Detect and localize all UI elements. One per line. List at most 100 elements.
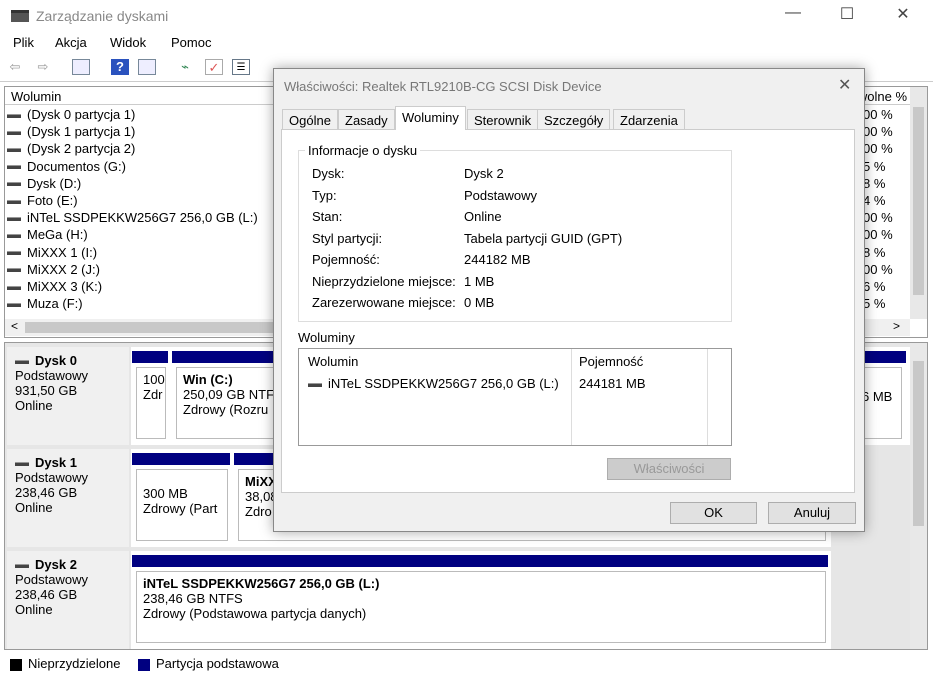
legend-primary: Partycja podstawowa xyxy=(156,656,279,671)
volume-row[interactable]: (Dysk 0 partycja 1) xyxy=(7,107,135,124)
partition-disk0-1[interactable]: 100 Zdr xyxy=(136,367,166,439)
scroll-left-icon[interactable]: < xyxy=(11,319,18,333)
drive-icon xyxy=(7,182,21,187)
ok-button[interactable]: OK xyxy=(670,502,757,524)
info-value: 1 MB xyxy=(464,273,495,289)
volume-row[interactable]: MiXXX 1 (I:) xyxy=(7,245,97,262)
free-percent: 00 % xyxy=(863,124,893,140)
menu-widok[interactable]: Widok xyxy=(110,35,146,50)
disk-2-label[interactable]: Dysk 2 Podstawowy 238,46 GB Online xyxy=(7,551,129,649)
volumes-table: Wolumin Pojemność iNTeL SSDPEKKW256G7 25… xyxy=(298,348,732,446)
menu-pomoc[interactable]: Pomoc xyxy=(171,35,211,50)
properties-dialog: Właściwości: Realtek RTL9210B-CG SCSI Di… xyxy=(273,68,865,532)
drive-icon xyxy=(308,382,322,387)
help-icon[interactable]: ? xyxy=(111,59,129,75)
info-value: Online xyxy=(464,209,502,224)
info-label: Nieprzydzielone miejsce: xyxy=(312,273,456,289)
pane-scroll-thumb[interactable] xyxy=(913,361,924,526)
forward-icon[interactable]: ⇨ xyxy=(34,59,52,75)
disk-1-label[interactable]: Dysk 1 Podstawowy 238,46 GB Online xyxy=(7,449,129,547)
partition-disk1-1[interactable]: 300 MB Zdrowy (Part xyxy=(136,469,228,541)
free-percent: 8 % xyxy=(863,175,886,191)
partition-disk0-3-size: 6 MB xyxy=(862,389,893,404)
free-percent: 00 % xyxy=(863,261,893,277)
drive-icon xyxy=(7,216,21,221)
app-icon xyxy=(11,10,29,22)
drive-icon xyxy=(7,251,21,256)
back-icon[interactable]: ⇦ xyxy=(6,59,24,75)
tab-sterownik[interactable]: Sterownik xyxy=(467,109,539,129)
scroll-right-icon[interactable]: > xyxy=(893,319,900,333)
volume-row[interactable]: MiXXX 3 (K:) xyxy=(7,279,102,296)
info-label: Styl partycji: xyxy=(312,230,383,246)
volume-properties-button[interactable]: Właściwości xyxy=(607,458,731,480)
column-volume[interactable]: Wolumin xyxy=(11,89,61,104)
volume-row[interactable]: Foto (E:) xyxy=(7,193,78,210)
disk-0-label[interactable]: Dysk 0 Podstawowy 931,50 GB Online xyxy=(7,347,129,445)
title-bar: Zarządzanie dyskami — ☐ ✕ xyxy=(0,0,933,32)
maximize-button[interactable]: ☐ xyxy=(832,4,862,28)
volume-row[interactable]: iNTeL SSDPEKKW256G7 256,0 GB (L:) 244181… xyxy=(308,376,728,394)
vertical-scrollbar[interactable] xyxy=(910,87,927,319)
volume-name: Foto (E:) xyxy=(27,193,78,208)
free-percent: 6 % xyxy=(863,279,886,294)
free-percent: 00 % xyxy=(863,141,893,157)
info-label: Pojemność: xyxy=(312,252,380,267)
info-label: Dysk: xyxy=(312,166,345,181)
tab-woluminy[interactable]: Woluminy xyxy=(395,106,466,130)
volume-name: Dysk (D:) xyxy=(27,175,82,191)
volume-row[interactable]: MeGa (H:) xyxy=(7,227,88,244)
volume-row[interactable]: Muza (F:) xyxy=(7,296,83,313)
volume-name: Muza (F:) xyxy=(27,296,83,312)
partition-intel-l[interactable]: iNTeL SSDPEKKW256G7 256,0 GB (L:) 238,46 … xyxy=(136,571,826,643)
tab-ogolne[interactable]: Ogólne xyxy=(282,109,338,129)
volume-row[interactable]: MiXXX 2 (J:) xyxy=(7,262,100,279)
tab-szczegoly[interactable]: Szczegóły xyxy=(537,109,611,129)
tab-zasady[interactable]: Zasady xyxy=(338,109,395,129)
window-title: Zarządzanie dyskami xyxy=(36,8,169,24)
info-value: Podstawowy xyxy=(464,187,537,203)
console-tree-icon[interactable] xyxy=(72,59,90,75)
disk-icon xyxy=(15,359,29,364)
connect-icon[interactable]: ⌁ xyxy=(176,59,194,75)
info-value: Dysk 2 xyxy=(464,166,504,181)
legend: Nieprzydzielone Partycja podstawowa xyxy=(0,652,933,674)
drive-icon xyxy=(7,147,21,152)
menu-plik[interactable]: Plik xyxy=(13,35,34,50)
free-percent: 00 % xyxy=(863,227,893,243)
volume-row[interactable]: (Dysk 2 partycja 2) xyxy=(7,141,135,158)
properties-icon[interactable]: ✓ xyxy=(205,59,223,75)
list-icon[interactable]: ☰ xyxy=(232,59,250,75)
column-volume[interactable]: Wolumin xyxy=(308,354,358,369)
menu-akcja[interactable]: Akcja xyxy=(55,35,87,50)
legend-unallocated: Nieprzydzielone xyxy=(28,656,121,671)
minimize-button[interactable]: — xyxy=(778,4,808,28)
dialog-close-button[interactable]: ✕ xyxy=(838,75,851,95)
volume-name: MiXXX 2 (J:) xyxy=(27,261,100,277)
volume-row[interactable]: Documentos (G:) xyxy=(7,159,126,176)
scroll-thumb[interactable] xyxy=(913,107,924,295)
volume-name: (Dysk 1 partycja 1) xyxy=(27,124,136,140)
free-percent: 00 % xyxy=(863,210,893,226)
column-capacity[interactable]: Pojemność xyxy=(579,354,643,369)
volume-name: MeGa (H:) xyxy=(27,227,88,243)
free-percent: 5 % xyxy=(863,296,886,312)
volume-row[interactable]: (Dysk 1 partycja 1) xyxy=(7,124,135,141)
free-percent: 4 % xyxy=(863,193,886,208)
action-pane-icon[interactable] xyxy=(138,59,156,75)
primary-partition-swatch xyxy=(138,658,150,671)
volume-name: MiXXX 3 (K:) xyxy=(27,279,103,294)
volume-row[interactable]: iNTeL SSDPEKKW256G7 256,0 GB (L:) xyxy=(7,210,258,227)
drive-icon xyxy=(7,233,21,238)
dialog-title: Właściwości: Realtek RTL9210B-CG SCSI Di… xyxy=(284,79,602,94)
close-button[interactable]: ✕ xyxy=(888,4,918,28)
tab-zdarzenia[interactable]: Zdarzenia xyxy=(613,109,685,129)
unallocated-swatch xyxy=(10,658,22,671)
drive-icon xyxy=(7,302,21,307)
drive-icon xyxy=(7,268,21,273)
info-label: Typ: xyxy=(312,187,337,203)
disk-icon xyxy=(15,461,29,466)
cancel-button[interactable]: Anuluj xyxy=(768,502,856,524)
pane-vertical-scrollbar[interactable] xyxy=(910,343,927,649)
volume-row[interactable]: Dysk (D:) xyxy=(7,176,81,193)
